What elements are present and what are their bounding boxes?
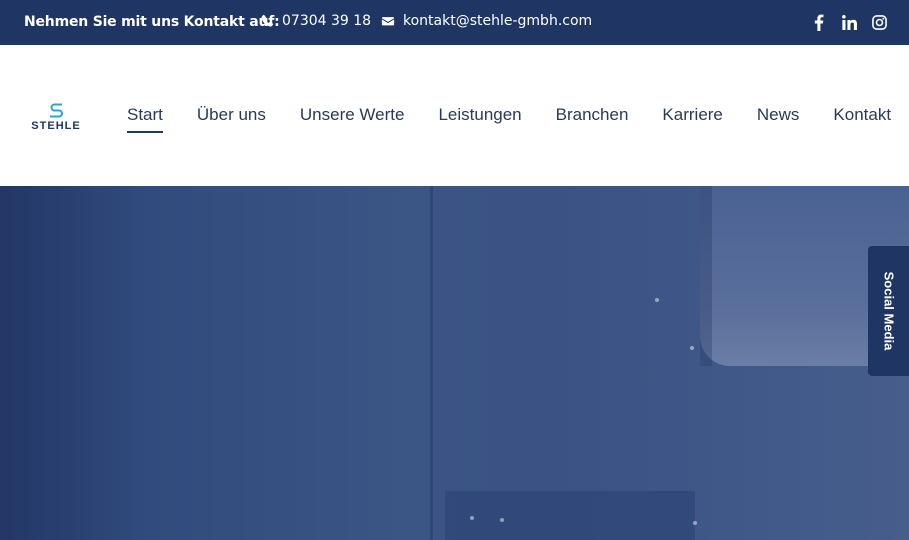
facebook-icon[interactable]: [811, 13, 827, 31]
logo-mark: STEHLE: [31, 103, 80, 132]
contact-intro-text: Nehmen Sie mit uns Kontakt auf:: [24, 14, 280, 30]
email-link[interactable]: kontakt@stehle-gmbh.com: [381, 13, 592, 29]
hero-speck: [655, 298, 659, 302]
nav-item-branchen[interactable]: Branchen: [556, 105, 629, 133]
main-navigation: Start Über uns Unsere Werte Leistungen B…: [127, 105, 891, 133]
stehle-logo[interactable]: STEHLE: [24, 101, 88, 132]
site-header: STEHLE Start Über uns Unsere Werte Leist…: [0, 45, 909, 186]
hero-image: [0, 186, 909, 540]
nav-item-ueber-uns[interactable]: Über uns: [197, 105, 266, 133]
hero-speck: [690, 346, 694, 350]
social-media-tab-label: Social Media: [881, 271, 896, 351]
nav-item-news[interactable]: News: [757, 105, 800, 133]
nav-item-leistungen[interactable]: Leistungen: [438, 105, 521, 133]
hero-speck: [470, 516, 474, 520]
social-links: [811, 13, 887, 31]
phone-number: 07304 39 18: [282, 13, 372, 29]
instagram-icon[interactable]: [871, 13, 887, 31]
hero-speck: [693, 521, 697, 525]
hero-shade-left: [0, 186, 140, 540]
linkedin-icon[interactable]: [841, 13, 857, 31]
nav-item-karriere[interactable]: Karriere: [662, 105, 722, 133]
logo-text: STEHLE: [31, 120, 80, 131]
email-address: kontakt@stehle-gmbh.com: [403, 13, 593, 29]
hero-speck: [500, 518, 504, 522]
nav-item-unsere-werte[interactable]: Unsere Werte: [300, 105, 405, 133]
hero-metal-plate: [445, 491, 695, 540]
phone-icon: [261, 14, 274, 27]
social-media-tab[interactable]: Social Media: [868, 246, 909, 376]
nav-item-kontakt[interactable]: Kontakt: [833, 105, 891, 133]
hero-machine-edge: [700, 186, 712, 366]
hero-seam: [430, 186, 433, 540]
envelope-icon: [381, 17, 395, 26]
nav-item-start[interactable]: Start: [127, 105, 163, 133]
phone-link[interactable]: 07304 39 18: [260, 13, 371, 29]
top-contact-bar: Nehmen Sie mit uns Kontakt auf: 07304 39…: [0, 0, 909, 45]
